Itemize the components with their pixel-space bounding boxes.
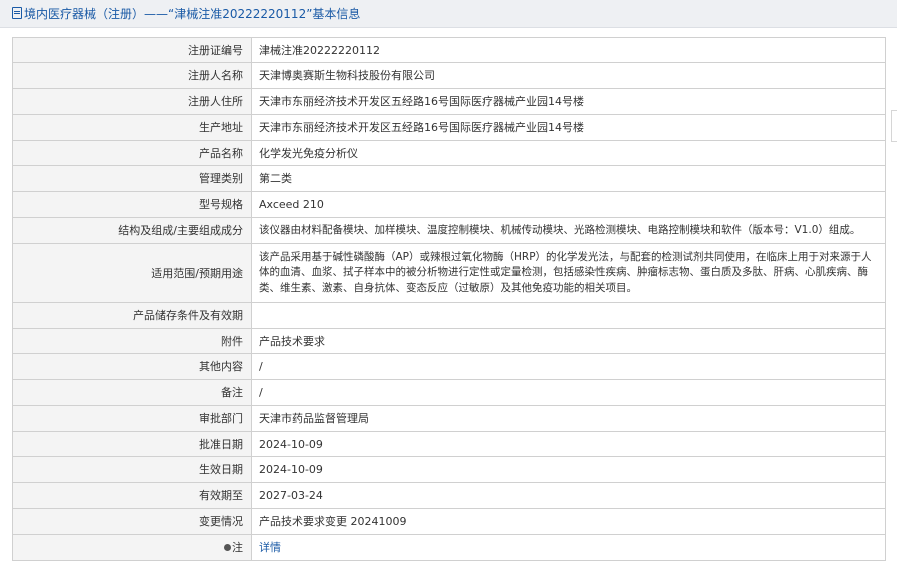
table-row-approval-date: 批准日期 2024-10-09 — [12, 431, 886, 457]
scrollbar-edge[interactable] — [891, 110, 897, 142]
row-label: 其他内容 — [12, 353, 252, 380]
page-header-title-wrap: 境内医疗器械（注册）——“津械注准20222220112”基本信息 — [12, 6, 360, 22]
table-row-attachment: 附件 产品技术要求 — [12, 328, 886, 354]
row-label: 有效期至 — [12, 482, 252, 509]
table-row-remark: 备注 / — [12, 379, 886, 406]
table-row-storage: 产品储存条件及有效期 — [12, 302, 886, 329]
document-icon — [12, 7, 22, 19]
row-value: 津械注准20222220112 — [251, 37, 886, 63]
row-value: 天津市药品监督管理局 — [251, 405, 886, 432]
device-info-table: 注册证编号 津械注准20222220112 注册人名称 天津博奥赛斯生物科技股份… — [12, 37, 886, 561]
row-value: 天津博奥赛斯生物科技股份有限公司 — [251, 62, 886, 89]
row-label: 变更情况 — [12, 508, 252, 535]
table-row-model-spec: 型号规格 Axceed 210 — [12, 191, 886, 218]
row-value: 第二类 — [251, 165, 886, 192]
row-label: 管理类别 — [12, 165, 252, 192]
table-row-management-class: 管理类别 第二类 — [12, 165, 886, 192]
table-row-note: 注 详情 — [12, 534, 886, 561]
table-row-product-name: 产品名称 化学发光免疫分析仪 — [12, 140, 886, 166]
row-label: 注册人名称 — [12, 62, 252, 89]
row-value: 产品技术要求变更 20241009 — [251, 508, 886, 535]
table-row-other: 其他内容 / — [12, 353, 886, 380]
row-value: 天津市东丽经济技术开发区五经路16号国际医疗器械产业园14号楼 — [251, 114, 886, 141]
row-label: 注册人住所 — [12, 88, 252, 115]
row-value: 化学发光免疫分析仪 — [251, 140, 886, 166]
detail-link[interactable]: 详情 — [259, 541, 281, 554]
row-value — [251, 302, 886, 329]
row-value: Axceed 210 — [251, 191, 886, 218]
row-label: 备注 — [12, 379, 252, 406]
row-label: 产品名称 — [12, 140, 252, 166]
info-dot-icon — [224, 544, 231, 551]
row-label: 生产地址 — [12, 114, 252, 141]
row-label: 适用范围/预期用途 — [12, 243, 252, 303]
row-label: 生效日期 — [12, 456, 252, 483]
table-row-approval-dept: 审批部门 天津市药品监督管理局 — [12, 405, 886, 432]
table-row-registrant-address: 注册人住所 天津市东丽经济技术开发区五经路16号国际医疗器械产业园14号楼 — [12, 88, 886, 115]
row-value: 产品技术要求 — [251, 328, 886, 354]
row-label: 型号规格 — [12, 191, 252, 218]
row-value: 天津市东丽经济技术开发区五经路16号国际医疗器械产业园14号楼 — [251, 88, 886, 115]
table-row-intended-use: 适用范围/预期用途 该产品采用基于碱性磷酸酶（AP）或辣根过氧化物酶（HRP）的… — [12, 243, 886, 303]
row-label: 结构及组成/主要组成成分 — [12, 217, 252, 244]
row-value: / — [251, 353, 886, 380]
row-value: 该产品采用基于碱性磷酸酶（AP）或辣根过氧化物酶（HRP）的化学发光法，与配套的… — [251, 243, 886, 303]
page-header: 境内医疗器械（注册）——“津械注准20222220112”基本信息 — [0, 0, 897, 28]
page-title: 境内医疗器械（注册）——“津械注准20222220112”基本信息 — [24, 7, 361, 21]
row-value: 2024-10-09 — [251, 456, 886, 483]
table-row-effective-date: 生效日期 2024-10-09 — [12, 456, 886, 483]
row-value: / — [251, 379, 886, 406]
table-row-structure: 结构及组成/主要组成成分 该仪器由材料配备模块、加样模块、温度控制模块、机械传动… — [12, 217, 886, 244]
row-value: 2024-10-09 — [251, 431, 886, 457]
row-label: 产品储存条件及有效期 — [12, 302, 252, 329]
row-value-note: 详情 — [251, 534, 886, 561]
table-row-registrant-name: 注册人名称 天津博奥赛斯生物科技股份有限公司 — [12, 62, 886, 89]
row-label: 附件 — [12, 328, 252, 354]
note-label: 注 — [232, 541, 243, 554]
row-label: 审批部门 — [12, 405, 252, 432]
table-row-change-history: 变更情况 产品技术要求变更 20241009 — [12, 508, 886, 535]
table-row-valid-until: 有效期至 2027-03-24 — [12, 482, 886, 509]
table-row-reg-number: 注册证编号 津械注准20222220112 — [12, 37, 886, 63]
table-row-production-address: 生产地址 天津市东丽经济技术开发区五经路16号国际医疗器械产业园14号楼 — [12, 114, 886, 141]
row-value: 该仪器由材料配备模块、加样模块、温度控制模块、机械传动模块、光路检测模块、电路控… — [251, 217, 886, 244]
row-label: 注册证编号 — [12, 37, 252, 63]
row-label-note: 注 — [12, 534, 252, 561]
row-label: 批准日期 — [12, 431, 252, 457]
row-value: 2027-03-24 — [251, 482, 886, 509]
